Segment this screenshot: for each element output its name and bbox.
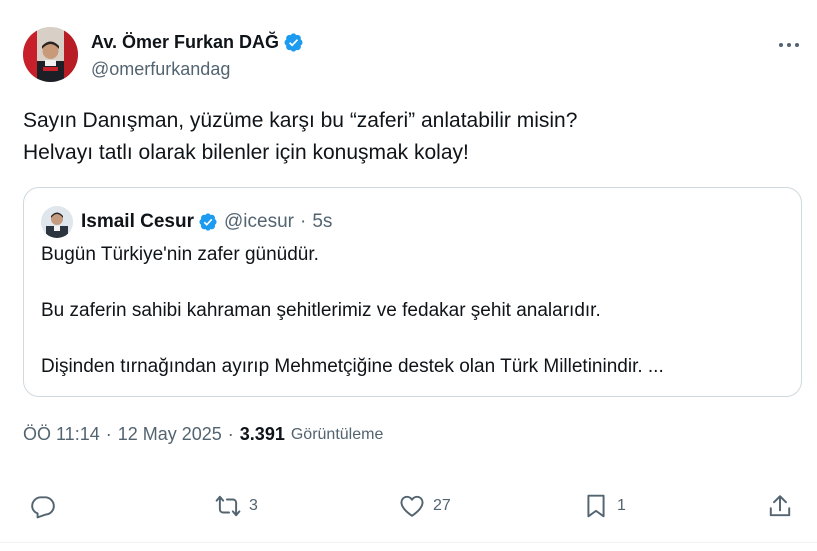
- author-display-name[interactable]: Av. Ömer Furkan DAĞ: [91, 32, 279, 53]
- repost-icon: [215, 495, 241, 517]
- tweet-time[interactable]: ÖÖ 11:14: [23, 424, 100, 445]
- bookmark-count: 1: [617, 497, 626, 514]
- tweet-meta: ÖÖ 11:14 · 12 May 2025 · 3.391 Görüntüle…: [23, 424, 383, 445]
- meta-separator: ·: [227, 424, 234, 444]
- divider: [0, 542, 817, 543]
- like-count: 27: [433, 497, 451, 514]
- more-icon[interactable]: [777, 35, 801, 55]
- quote-separator: ·: [299, 211, 307, 232]
- views-label: Görüntüleme: [290, 425, 384, 443]
- quoted-tweet[interactable]: Ismail Cesur @icesur · 5s Bugün Türkiye'…: [23, 187, 802, 397]
- verified-badge-icon[interactable]: [283, 32, 304, 53]
- reply-icon: [31, 496, 55, 519]
- author-avatar[interactable]: [23, 27, 78, 82]
- quote-line: Bugün Türkiye'nin zafer günüdür.: [41, 244, 319, 265]
- bookmark-button[interactable]: 1: [583, 492, 626, 520]
- repost-count: 3: [249, 497, 258, 514]
- author-handle[interactable]: @omerfurkandag: [91, 59, 304, 80]
- tweet-line: Sayın Danışman, yüzüme karşı bu “zaferi”…: [23, 109, 578, 132]
- tweet-line: Helvayı tatlı olarak bilenler için konuş…: [23, 141, 469, 164]
- repost-button[interactable]: 3: [215, 492, 258, 520]
- verified-badge-icon: [198, 212, 218, 232]
- action-bar: 3 27 1: [0, 486, 817, 526]
- like-button[interactable]: 27: [399, 492, 451, 520]
- tweet-text: Sayın Danışman, yüzüme karşı bu “zaferi”…: [23, 105, 793, 169]
- share-button[interactable]: [767, 492, 793, 520]
- share-icon: [769, 495, 791, 517]
- tweet-date[interactable]: 12 May 2025: [118, 424, 222, 445]
- quote-author-display-name: Ismail Cesur: [81, 211, 194, 232]
- like-icon: [400, 495, 424, 517]
- views-count: 3.391: [239, 424, 285, 444]
- quote-author-handle: @icesur: [224, 211, 294, 232]
- bookmark-icon: [587, 494, 605, 518]
- meta-separator: ·: [105, 424, 112, 444]
- tweet-header: Av. Ömer Furkan DAĞ @omerfurkandag: [23, 27, 803, 85]
- quote-line: Dişinden tırnağından ayırıp Mehmetçiğine…: [41, 356, 664, 377]
- reply-button[interactable]: [30, 492, 64, 520]
- quote-author-avatar: [41, 206, 73, 238]
- quote-timestamp: 5s: [312, 211, 333, 232]
- quote-line: Bu zaferin sahibi kahraman şehitlerimiz …: [41, 300, 601, 321]
